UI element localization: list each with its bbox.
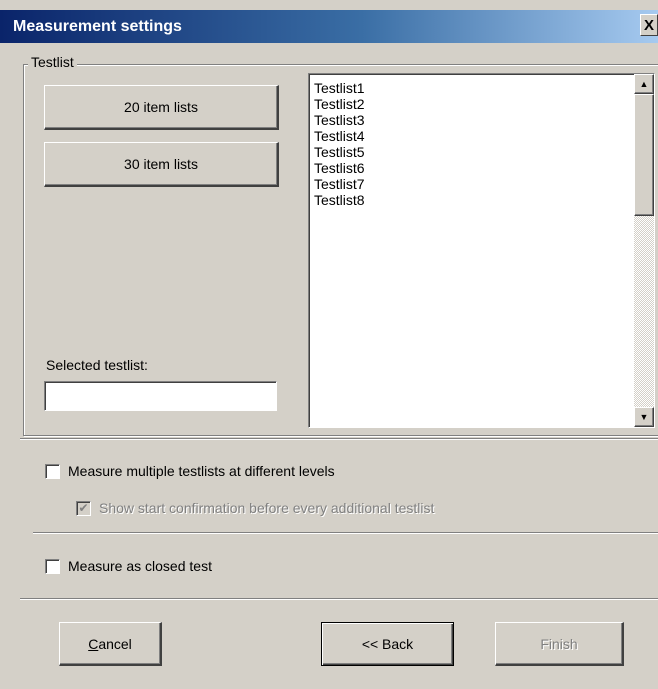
separator: [20, 598, 658, 600]
scroll-down-button[interactable]: ▼: [634, 407, 654, 427]
list-item[interactable]: Testlist3: [314, 112, 365, 128]
testlist-listbox[interactable]: Testlist1 Testlist2 Testlist3 Testlist4 …: [308, 73, 655, 428]
selected-testlist-input[interactable]: [44, 381, 277, 411]
list-item[interactable]: Testlist1: [314, 80, 365, 96]
list-item[interactable]: Testlist2: [314, 96, 365, 112]
checkmark-icon: ✔: [78, 501, 89, 515]
closed-test-option[interactable]: Measure as closed test: [45, 558, 212, 574]
close-icon: X: [643, 16, 654, 34]
finish-button: Finish: [495, 622, 624, 666]
multi-levels-label: Measure multiple testlists at different …: [68, 463, 335, 479]
selected-testlist-label: Selected testlist:: [46, 357, 148, 373]
separator: [20, 438, 658, 440]
close-button[interactable]: X: [640, 14, 658, 36]
thirty-item-lists-button[interactable]: 30 item lists: [44, 142, 279, 187]
arrow-down-icon: ▼: [639, 412, 649, 422]
window-title: Measurement settings: [13, 17, 182, 35]
arrow-up-icon: ▲: [639, 79, 649, 89]
cancel-label: ancel: [98, 635, 132, 652]
testlist-items: Testlist1 Testlist2 Testlist3 Testlist4 …: [314, 80, 365, 208]
scroll-up-button[interactable]: ▲: [634, 74, 654, 94]
multi-levels-checkbox[interactable]: [45, 463, 60, 479]
closed-test-label: Measure as closed test: [68, 558, 212, 574]
cancel-button[interactable]: Cancel: [59, 622, 162, 666]
cancel-mnemonic: C: [88, 635, 99, 652]
list-item[interactable]: Testlist5: [314, 144, 365, 160]
list-item[interactable]: Testlist4: [314, 128, 365, 144]
list-item[interactable]: Testlist7: [314, 176, 365, 192]
twenty-item-lists-button[interactable]: 20 item lists: [44, 85, 279, 130]
testlist-group-legend: Testlist: [28, 54, 77, 70]
separator: [33, 532, 658, 534]
multi-levels-option[interactable]: Measure multiple testlists at different …: [45, 463, 335, 479]
listbox-scrollbar[interactable]: ▲ ▼: [634, 74, 654, 427]
scroll-thumb[interactable]: [634, 94, 654, 216]
closed-test-checkbox[interactable]: [45, 558, 60, 574]
back-button[interactable]: << Back: [321, 622, 454, 666]
list-item[interactable]: Testlist6: [314, 160, 365, 176]
start-confirmation-option: ✔ Show start confirmation before every a…: [76, 500, 434, 516]
start-confirmation-label: Show start confirmation before every add…: [99, 500, 435, 516]
start-confirmation-checkbox: ✔: [76, 500, 91, 516]
title-bar: Measurement settings X: [0, 10, 658, 43]
list-item[interactable]: Testlist8: [314, 192, 365, 208]
